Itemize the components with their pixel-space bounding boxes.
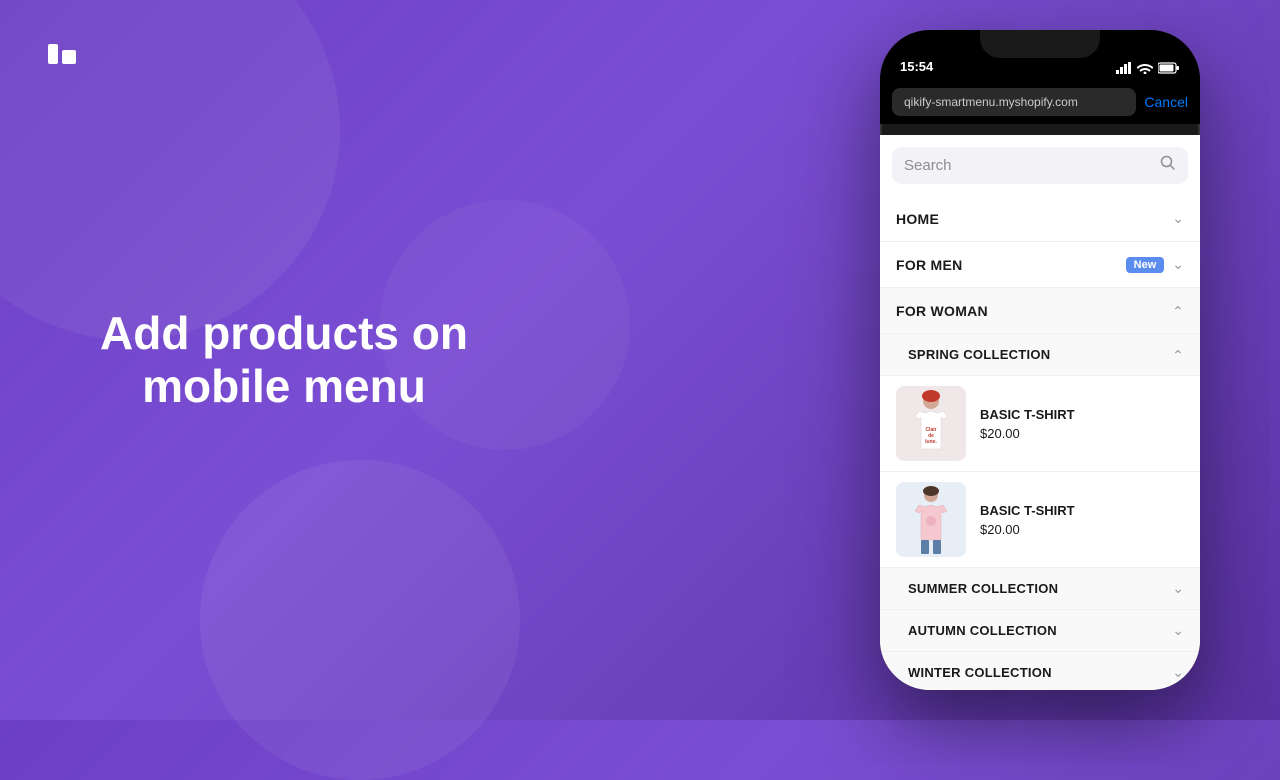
product-image-1: Clair de lune. xyxy=(896,386,966,461)
submenu-summer-label: SUMMER COLLECTION xyxy=(908,581,1172,596)
submenu-item-autumn[interactable]: AUTUMN COLLECTION ⌄ xyxy=(880,610,1200,652)
product-item-1[interactable]: Clair de lune. BASIC T-SHIRT $20.00 xyxy=(880,376,1200,472)
product-name-2: BASIC T-SHIRT xyxy=(980,503,1184,518)
submenu-autumn-label: AUTUMN COLLECTION xyxy=(908,623,1172,638)
browser-bar: qikify-smartmenu.myshopify.com Cancel xyxy=(880,80,1200,124)
logo-icon xyxy=(40,32,84,76)
submenu-winter-label: WINTER COLLECTION xyxy=(908,665,1172,680)
submenu-spring-label: SPRING COLLECTION xyxy=(908,347,1172,362)
svg-text:lune.: lune. xyxy=(925,439,937,445)
headline-line2: mobile menu xyxy=(142,360,426,412)
wifi-icon xyxy=(1137,62,1153,74)
menu-item-for-men[interactable]: FOR MEN New ⌄ xyxy=(880,242,1200,288)
signal-icon xyxy=(1116,62,1132,74)
phone-wrapper: 15:54 xyxy=(880,30,1200,690)
for-men-chevron-icon: ⌄ xyxy=(1172,256,1184,273)
summer-chevron-icon: ⌄ xyxy=(1172,580,1184,597)
cancel-button[interactable]: Cancel xyxy=(1144,94,1188,110)
product-tshirt-svg-2 xyxy=(901,485,961,555)
headline-line1: Add products on xyxy=(100,307,468,359)
logo xyxy=(40,32,84,76)
menu-item-for-men-label: FOR MEN xyxy=(896,257,1126,273)
product-name-1: BASIC T-SHIRT xyxy=(980,407,1184,422)
phone-notch xyxy=(980,30,1100,58)
url-text: qikify-smartmenu.myshopify.com xyxy=(904,95,1078,109)
spring-chevron-icon: ⌄ xyxy=(1172,346,1184,363)
submenu-item-winter[interactable]: WINTER COLLECTION ⌄ xyxy=(880,652,1200,690)
home-chevron-icon: ⌄ xyxy=(1172,210,1184,227)
product-info-1: BASIC T-SHIRT $20.00 xyxy=(980,407,1184,441)
submenu-item-spring[interactable]: SPRING COLLECTION ⌄ xyxy=(880,334,1200,376)
status-time: 15:54 xyxy=(900,59,933,74)
new-badge: New xyxy=(1126,257,1165,273)
battery-icon xyxy=(1158,62,1180,74)
winter-chevron-icon: ⌄ xyxy=(1172,664,1184,681)
product-info-2: BASIC T-SHIRT $20.00 xyxy=(980,503,1184,537)
for-woman-chevron-icon: ⌄ xyxy=(1172,302,1184,319)
status-icons xyxy=(1116,62,1180,74)
logo-svg xyxy=(44,36,80,72)
search-placeholder: Search xyxy=(904,157,1152,174)
search-bar[interactable]: Search xyxy=(892,147,1188,184)
product-image-2 xyxy=(896,482,966,557)
bg-decoration-2 xyxy=(200,460,520,780)
autumn-chevron-icon: ⌄ xyxy=(1172,622,1184,639)
product-price-2: $20.00 xyxy=(980,522,1184,537)
phone-frame: 15:54 xyxy=(880,30,1200,690)
product-tshirt-svg-1: Clair de lune. xyxy=(901,389,961,459)
menu-item-home-label: HOME xyxy=(896,211,1172,227)
search-icon xyxy=(1160,155,1176,176)
url-bar[interactable]: qikify-smartmenu.myshopify.com xyxy=(892,88,1136,116)
phone-screen: Search HOME ⌄ FOR MEN New xyxy=(880,135,1200,690)
product-price-1: $20.00 xyxy=(980,426,1184,441)
left-content: Add products on mobile menu xyxy=(100,307,468,413)
headline: Add products on mobile menu xyxy=(100,307,468,413)
product-item-2[interactable]: BASIC T-SHIRT $20.00 xyxy=(880,472,1200,568)
menu-item-home[interactable]: HOME ⌄ xyxy=(880,196,1200,242)
submenu-item-summer[interactable]: SUMMER COLLECTION ⌄ xyxy=(880,568,1200,610)
menu-list: HOME ⌄ FOR MEN New ⌄ FOR WOMAN ⌄ SPRING … xyxy=(880,196,1200,690)
menu-item-for-woman[interactable]: FOR WOMAN ⌄ xyxy=(880,288,1200,334)
menu-item-for-woman-label: FOR WOMAN xyxy=(896,303,1172,319)
